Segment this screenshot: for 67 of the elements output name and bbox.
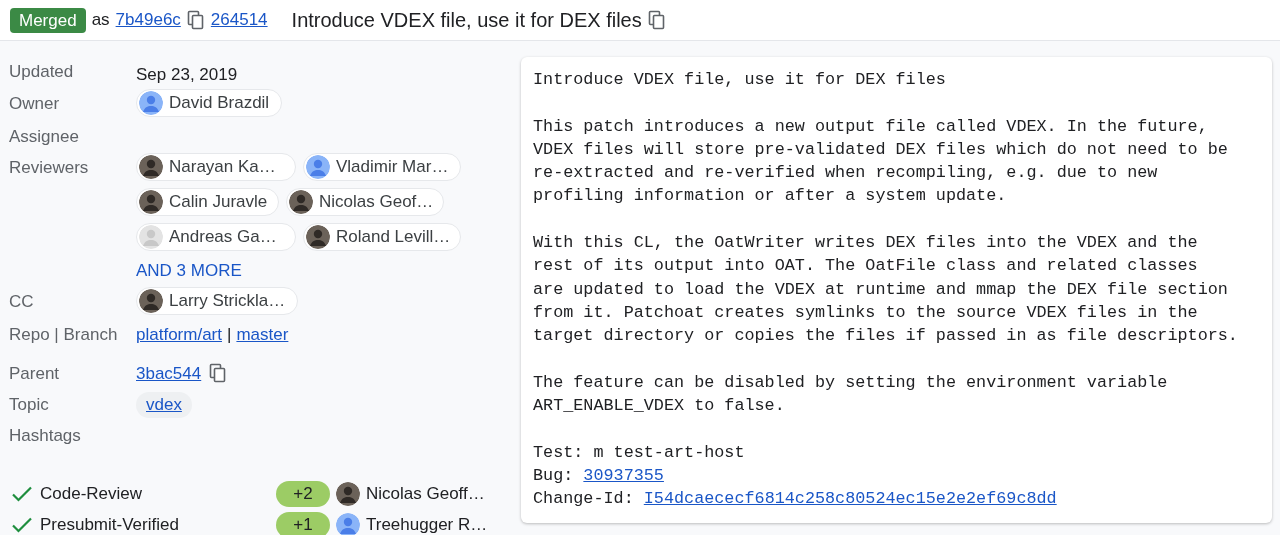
avatar-icon bbox=[139, 155, 163, 179]
repo-link[interactable]: platform/art bbox=[136, 324, 222, 346]
avatar-icon bbox=[289, 190, 313, 214]
check-icon bbox=[11, 516, 33, 534]
field-label: Updated bbox=[9, 61, 75, 83]
message-line: The feature can be disabled by setting the environment variable bbox=[533, 371, 1169, 394]
field-label: Hashtags bbox=[9, 425, 82, 447]
avatar-icon bbox=[139, 91, 163, 115]
person-chip[interactable]: Vladimir Mar… bbox=[303, 153, 461, 181]
label-name: Code-Review bbox=[40, 483, 144, 506]
message-line: VDEX files will store pre-validated DEX files which do not need to be bbox=[533, 138, 1229, 161]
message-link[interactable]: I54dcaececf6814c258c80524ec15e2e2ef69c8dd bbox=[643, 489, 1057, 509]
avatar-icon bbox=[139, 289, 163, 313]
message-line: from it. Patchoat creates symlinks to the source VDEX files in the bbox=[533, 301, 1199, 324]
message-line: re-extracted and re-verified when recompiling, e.g. due to new bbox=[533, 162, 1159, 185]
field-label: Parent bbox=[9, 363, 61, 385]
copy-icon[interactable] bbox=[209, 363, 228, 383]
field-label: Repo | Branch bbox=[9, 324, 119, 346]
label-name: Presubmit-Verified bbox=[40, 514, 180, 535]
as-label: as bbox=[91, 9, 110, 32]
avatar-icon bbox=[336, 513, 360, 535]
message-line: are updated to load the VDEX at runtime and mmap the DEX file section bbox=[533, 278, 1229, 301]
change-number-link[interactable]: 264514 bbox=[210, 7, 268, 33]
field-label: Reviewers bbox=[9, 157, 90, 179]
check-icon bbox=[11, 485, 33, 503]
person-chip[interactable]: Larry Strickla… bbox=[136, 287, 299, 315]
field-label: Assignee bbox=[9, 126, 80, 148]
more-reviewers-link[interactable]: AND 3 MORE bbox=[136, 258, 476, 282]
person-chip[interactable]: Nicolas Geof… bbox=[286, 188, 444, 216]
field-label: Owner bbox=[9, 93, 61, 115]
avatar-icon bbox=[139, 225, 163, 249]
message-link[interactable]: 30937355 bbox=[583, 466, 664, 486]
person-chip[interactable]: Roland Levill… bbox=[303, 223, 461, 251]
field-label: Topic bbox=[9, 394, 50, 416]
message-line: Bug: 30937355 bbox=[533, 465, 665, 488]
status-badge: Merged bbox=[10, 7, 86, 33]
commit-link[interactable]: 7b49e6c bbox=[115, 7, 181, 33]
message-line: target directory or copies the files if passed in as file descriptors. bbox=[533, 325, 1239, 348]
branch-link[interactable]: master bbox=[236, 324, 289, 346]
message-line: profiling information or after a system update. bbox=[533, 185, 1008, 208]
person-chip[interactable]: David Brazdil bbox=[136, 89, 283, 117]
change-title: Introduce VDEX file, use it for DEX files bbox=[291, 8, 642, 33]
voter-chip[interactable]: Nicolas Geoff… bbox=[336, 481, 485, 507]
vote-score: +1 bbox=[276, 512, 330, 535]
avatar-icon bbox=[336, 482, 360, 506]
topic-chip[interactable]: vdex bbox=[136, 392, 192, 418]
field-value: Sep 23, 2019 bbox=[136, 64, 238, 86]
avatar-icon bbox=[306, 155, 330, 179]
voter-chip[interactable]: Treehugger R… bbox=[336, 512, 488, 535]
message-line: With this CL, the OatWriter writes DEX files into the VDEX and the bbox=[533, 232, 1199, 255]
parent-link[interactable]: 3bac544 bbox=[136, 363, 202, 385]
person-chip[interactable]: Narayan Ka… bbox=[136, 153, 296, 181]
message-line: Change-Id: I54dcaececf6814c258c80524ec15e2e2ef69c8dd bbox=[533, 488, 1058, 511]
message-line: Introduce VDEX file, use it for DEX files bbox=[533, 69, 947, 91]
message-line: ART_ENABLE_VDEX to false. bbox=[533, 395, 786, 418]
person-chip[interactable]: Calin Juravle bbox=[136, 188, 279, 216]
person-chip[interactable]: Andreas Ga… bbox=[136, 223, 296, 251]
separator: | bbox=[227, 324, 232, 346]
copy-icon[interactable] bbox=[647, 10, 666, 30]
message-line: rest of its output into OAT. The OatFile class and related classes bbox=[533, 255, 1199, 278]
avatar-icon bbox=[306, 225, 330, 249]
avatar-icon bbox=[139, 190, 163, 214]
field-label: CC bbox=[9, 291, 35, 313]
message-line: Test: m test-art-host bbox=[533, 441, 746, 464]
vote-score: +2 bbox=[276, 481, 330, 507]
copy-icon[interactable] bbox=[186, 10, 205, 30]
message-line: This patch introduces a new output file called VDEX. In the future, bbox=[533, 115, 1209, 138]
